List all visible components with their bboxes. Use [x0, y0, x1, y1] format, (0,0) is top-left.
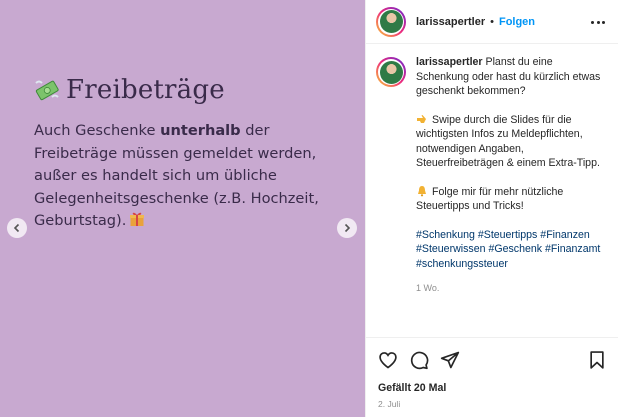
- caption-text: larissapertler Planst du eine Schenkung …: [416, 55, 606, 296]
- caption-follow-text: Folge mir für mehr nützliche Steuertipps…: [416, 185, 564, 213]
- caption-hashtags: #Schenkung #Steuertipps #Finanzen #Steue…: [416, 228, 606, 272]
- paper-plane-icon: [440, 351, 460, 369]
- more-dot-icon: [596, 20, 600, 24]
- caption-username[interactable]: larissapertler: [416, 56, 483, 68]
- caption-avatar[interactable]: [376, 57, 406, 87]
- slide-title-text: Freibeträge: [66, 75, 225, 105]
- slide-body-text-start: Auch Geschenke: [34, 122, 161, 139]
- action-bar: [366, 337, 618, 383]
- like-count[interactable]: Gefällt 20 Mal: [378, 382, 446, 394]
- caption-paragraph-swipe: Swipe durch die Slides für die wichtigst…: [416, 113, 606, 171]
- slide-title: Freibeträge: [34, 75, 225, 105]
- bell-icon: [416, 185, 428, 197]
- chevron-right-icon: [344, 223, 351, 233]
- comment-button[interactable]: [409, 350, 429, 370]
- post-sidebar: larissapertler • Folgen larissapertler P…: [365, 0, 618, 417]
- bookmark-icon: [590, 351, 604, 369]
- post-header: larissapertler • Folgen: [366, 0, 618, 44]
- heart-icon: [379, 352, 397, 369]
- gift-icon: [129, 211, 145, 227]
- more-dot-icon: [602, 20, 605, 24]
- hashtag-link[interactable]: #Geschenk: [488, 243, 542, 255]
- header-username[interactable]: larissapertler: [416, 16, 485, 28]
- follow-button[interactable]: Folgen: [499, 16, 535, 28]
- hashtag-link[interactable]: #Finanzen: [540, 229, 589, 241]
- previous-slide-button[interactable]: [7, 218, 27, 238]
- hashtag-link[interactable]: #Steuerwissen: [416, 243, 486, 255]
- money-with-wings-icon: [34, 77, 60, 103]
- header-separator: •: [490, 15, 494, 28]
- share-button[interactable]: [440, 350, 460, 370]
- hashtag-link[interactable]: #Finanzamt: [545, 243, 600, 255]
- slide-body-emphasis: unterhalb: [160, 122, 241, 139]
- caption-time-ago[interactable]: 1 Wo.: [416, 281, 606, 296]
- like-button[interactable]: [378, 350, 398, 370]
- pointing-hand-icon: [416, 113, 428, 125]
- caption: larissapertler Planst du eine Schenkung …: [376, 55, 611, 296]
- caption-swipe-text: Swipe durch die Slides für die wichtigst…: [416, 113, 600, 170]
- comment-icon: [410, 351, 429, 370]
- caption-paragraph-follow: Folge mir für mehr nützliche Steuertipps…: [416, 185, 606, 214]
- more-options-button[interactable]: [591, 16, 605, 28]
- chevron-left-icon: [13, 223, 20, 233]
- post-date: 2. Juli: [378, 399, 401, 409]
- avatar[interactable]: [376, 6, 406, 37]
- next-slide-button[interactable]: [337, 218, 357, 238]
- post-slide: Freibeträge Auch Geschenke unterhalb der…: [0, 0, 365, 417]
- save-button[interactable]: [587, 350, 607, 370]
- hashtag-link[interactable]: #schenkungssteuer: [416, 258, 508, 270]
- more-dot-icon: [591, 20, 594, 24]
- hashtag-link[interactable]: #Steuertipps: [478, 229, 537, 241]
- instagram-post: Freibeträge Auch Geschenke unterhalb der…: [0, 0, 618, 417]
- hashtag-link[interactable]: #Schenkung: [416, 229, 475, 241]
- slide-body: Auch Geschenke unterhalb der Freibeträge…: [34, 120, 334, 233]
